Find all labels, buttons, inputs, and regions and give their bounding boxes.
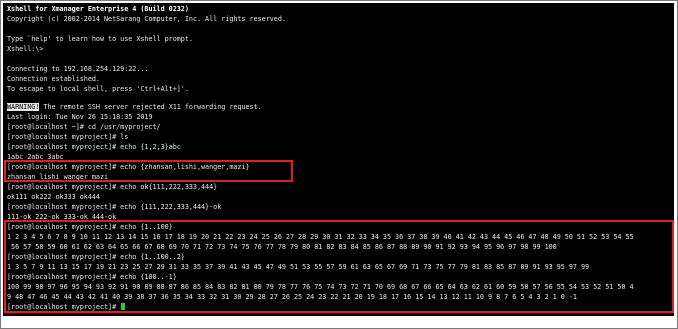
terminal-line: [root@localhost ~]# cd /usr/myproject/	[7, 123, 161, 131]
terminal-line: To escape to local shell, press 'Ctrl+Al…	[7, 85, 189, 93]
terminal-line: 1 2 3 4 5 6 7 8 9 10 11 12 13 14 15 16 1…	[7, 233, 634, 241]
terminal-line: ok111 ok222 ok333 ok444	[7, 193, 100, 201]
terminal-line: 56 57 58 59 60 61 62 63 64 65 66 67 68 6…	[7, 243, 557, 251]
warning-label: WARNING!	[7, 103, 40, 111]
terminal-line: Copyright (c) 2002-2014 NetSarang Comput…	[7, 15, 286, 23]
terminal-line: [root@localhost myproject]# echo {111,22…	[7, 203, 222, 211]
terminal-line: [root@localhost myproject]# echo {1,2,3}…	[7, 143, 181, 151]
terminal-line: Xshell:\>	[7, 45, 44, 53]
terminal-line: Connection established.	[7, 75, 100, 83]
xshell-window: Xshell for Xmanager Enterprise 4 (Build …	[0, 0, 678, 329]
terminal-line: 1 3 5 7 9 11 13 15 17 19 21 23 25 27 29 …	[7, 263, 590, 271]
terminal-line: zhansan lishi wanger mazi	[7, 173, 109, 181]
terminal-line: Last login: Tue Nov 26 15:18:35 2019	[7, 113, 153, 121]
terminal-line: [root@localhost myproject]# echo {zhansa…	[7, 163, 250, 171]
terminal-line: 100 99 98 97 96 95 94 93 92 91 90 89 88 …	[7, 283, 634, 291]
terminal-line: 9 48 47 46 45 44 43 42 41 40 39 38 37 36…	[7, 293, 577, 301]
terminal-cursor	[121, 303, 126, 310]
warning-message: The remote SSH server rejected X11 forwa…	[39, 103, 262, 111]
terminal-screen[interactable]: Xshell for Xmanager Enterprise 4 (Build …	[3, 3, 674, 316]
terminal-line: Type `help' to learn how to use Xshell p…	[7, 35, 193, 43]
terminal-line: Connecting to 192.168.254.129:22...	[7, 65, 149, 73]
warning-line: WARNING! The remote SSH server rejected …	[7, 102, 262, 112]
terminal-line: 111-ok 222-ok 333-ok 444-ok	[7, 213, 117, 221]
terminal-line: [root@localhost myproject]# echo {100..-…	[7, 273, 177, 281]
terminal-line: [root@localhost myproject]# ls	[7, 133, 129, 141]
footer-strip	[3, 316, 674, 328]
terminal-line: 1abc 2abc 3abc	[7, 153, 64, 161]
terminal-line: [root@localhost myproject]# echo ok{111,…	[7, 183, 218, 191]
terminal-line: [root@localhost myproject]# echo {1..100…	[7, 223, 173, 231]
prompt-text: [root@localhost myproject]#	[7, 303, 121, 311]
terminal-line: [root@localhost myproject]# echo {1..100…	[7, 253, 185, 261]
prompt-line: [root@localhost myproject]#	[7, 302, 126, 312]
terminal-line: Xshell for Xmanager Enterprise 4 (Build …	[7, 5, 189, 13]
